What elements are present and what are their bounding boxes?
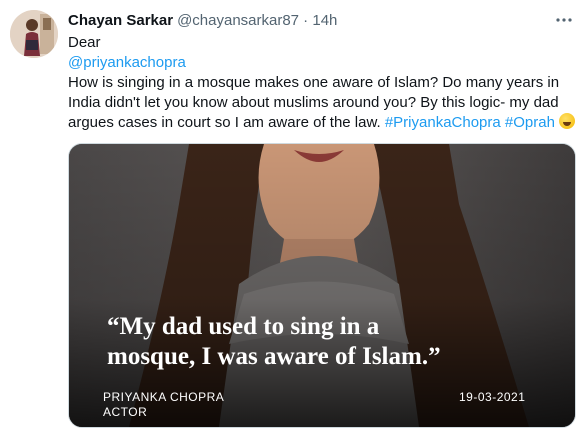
tweet-greeting: Dear — [68, 34, 101, 51]
portrait-photo — [69, 144, 575, 427]
author-name[interactable]: Chayan Sarkar — [68, 12, 173, 29]
hashtag-link[interactable]: #PriyankaChopra — [385, 114, 501, 131]
tweet-header: Chayan Sarkar @chayansarkar87 · 14h — [68, 10, 337, 30]
author-handle-and-time[interactable]: @chayansarkar87 · 14h — [177, 12, 337, 29]
tweet-text: Dear @priyankachopra How is singing in a… — [68, 33, 580, 133]
quote-line: “My dad used to sing in a — [107, 313, 380, 340]
quote-text: “My dad used to sing in a mosque, I was … — [107, 312, 567, 372]
avatar-image — [10, 10, 58, 58]
quote-date: 19-03-2021 — [459, 390, 526, 404]
quote-line: mosque, I was aware of Islam.” — [107, 343, 441, 370]
tweet-media-image[interactable]: “My dad used to sing in a mosque, I was … — [68, 143, 576, 428]
hashtag-link[interactable]: #Oprah — [505, 114, 555, 131]
person-role: ACTOR — [103, 405, 148, 419]
person-name: PRIYANKA CHOPRA — [103, 390, 225, 404]
more-horizontal-icon[interactable] — [553, 11, 575, 29]
laughing-emoji-icon — [559, 113, 576, 129]
author-avatar[interactable] — [10, 10, 58, 58]
mention-link[interactable]: @priyankachopra — [68, 54, 186, 71]
person-caption: PRIYANKA CHOPRA ACTOR — [103, 390, 224, 420]
